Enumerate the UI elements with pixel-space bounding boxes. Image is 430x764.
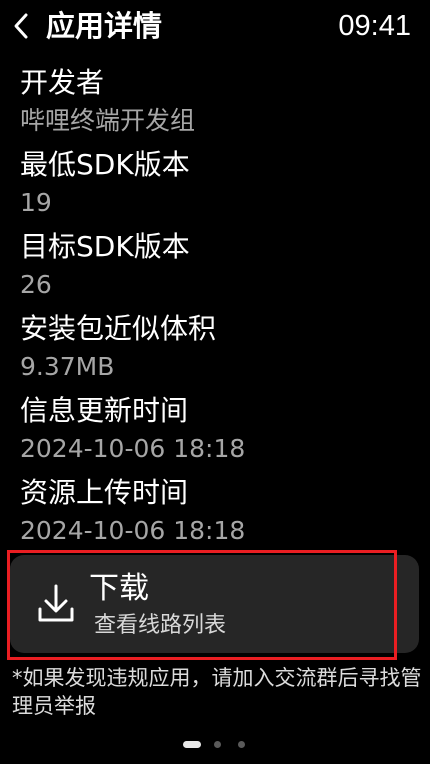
page-dot-active [183, 741, 201, 748]
report-notice: *如果发现违规应用，请加入交流群后寻找管理员举报 [12, 666, 422, 718]
app-info-list: 开发者 哔哩终端开发组 最低SDK版本 19 目标SDK版本 26 安装包近似体… [20, 64, 420, 556]
download-button[interactable]: 下载 查看线路列表 [10, 555, 419, 653]
info-label: 最低SDK版本 [20, 148, 190, 181]
info-item-info-updated: 信息更新时间 2024-10-06 18:18 [20, 392, 420, 474]
download-icon [38, 584, 74, 622]
header-bar: 应用详情 09:41 [0, 0, 430, 54]
info-item-resource-uploaded: 资源上传时间 2024-10-06 18:18 [20, 474, 420, 556]
info-value: 2024-10-06 18:18 [20, 516, 246, 545]
status-clock: 09:41 [338, 10, 411, 42]
page-indicator [0, 740, 430, 750]
back-button[interactable] [6, 10, 36, 42]
info-label: 安装包近似体积 [20, 312, 217, 345]
info-label: 资源上传时间 [20, 476, 189, 509]
info-value: 2024-10-06 18:18 [20, 434, 246, 463]
info-label: 目标SDK版本 [20, 230, 190, 263]
info-value: 9.37MB [20, 352, 115, 381]
page-dot [214, 741, 221, 748]
info-item-developer: 开发者 哔哩终端开发组 [20, 64, 420, 146]
page-dot [238, 741, 245, 748]
info-item-package-size: 安装包近似体积 9.37MB [20, 310, 420, 392]
chevron-left-icon [14, 13, 28, 39]
info-label: 开发者 [20, 66, 105, 99]
info-item-target-sdk: 目标SDK版本 26 [20, 228, 420, 310]
info-value: 19 [20, 188, 52, 217]
info-item-min-sdk: 最低SDK版本 19 [20, 146, 420, 228]
info-value: 26 [20, 270, 52, 299]
page-title: 应用详情 [46, 9, 163, 43]
info-label: 信息更新时间 [20, 394, 189, 427]
download-subtitle: 查看线路列表 [94, 613, 227, 638]
info-value: 哔哩终端开发组 [20, 106, 196, 135]
download-title: 下载 [89, 571, 149, 606]
